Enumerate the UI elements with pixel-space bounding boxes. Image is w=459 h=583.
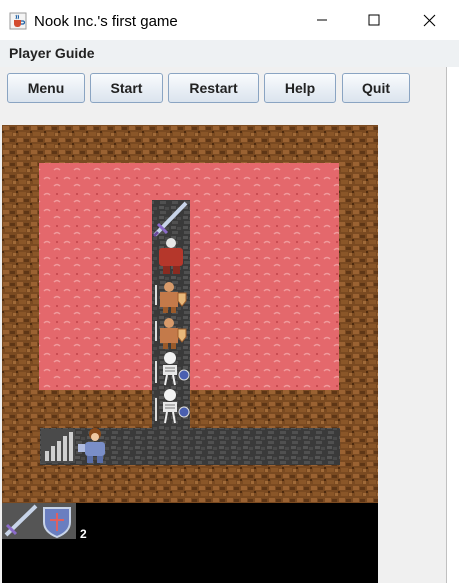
minimize-icon bbox=[317, 19, 327, 21]
close-button[interactable] bbox=[406, 0, 452, 40]
close-icon bbox=[423, 14, 435, 26]
toolbar: Menu Start Restart Help Quit bbox=[0, 67, 420, 113]
menu-bar: Player Guide bbox=[0, 40, 459, 67]
java-cup-icon bbox=[9, 12, 27, 30]
staircase-icon bbox=[41, 429, 75, 463]
menu-button[interactable]: Menu bbox=[7, 73, 85, 103]
title-bar[interactable]: Nook Inc.'s first game bbox=[0, 0, 459, 41]
background-window-edge bbox=[446, 67, 459, 583]
inventory-slots bbox=[2, 503, 76, 539]
help-button[interactable]: Help bbox=[264, 73, 336, 103]
minimize-button[interactable] bbox=[299, 0, 345, 40]
start-button[interactable]: Start bbox=[90, 73, 163, 103]
menu-item-player-guide[interactable]: Player Guide bbox=[9, 45, 95, 61]
inventory-bar: 2 bbox=[2, 503, 378, 583]
game-board[interactable] bbox=[2, 125, 378, 503]
maximize-button[interactable] bbox=[351, 0, 397, 40]
restart-button[interactable]: Restart bbox=[168, 73, 259, 103]
maximize-icon bbox=[368, 14, 380, 26]
shield-icon[interactable] bbox=[43, 507, 71, 539]
window-title: Nook Inc.'s first game bbox=[34, 13, 178, 30]
quit-button[interactable]: Quit bbox=[342, 73, 410, 103]
inventory-count: 2 bbox=[80, 527, 87, 541]
game-window: Nook Inc.'s first game Player Guide Menu… bbox=[0, 0, 459, 583]
